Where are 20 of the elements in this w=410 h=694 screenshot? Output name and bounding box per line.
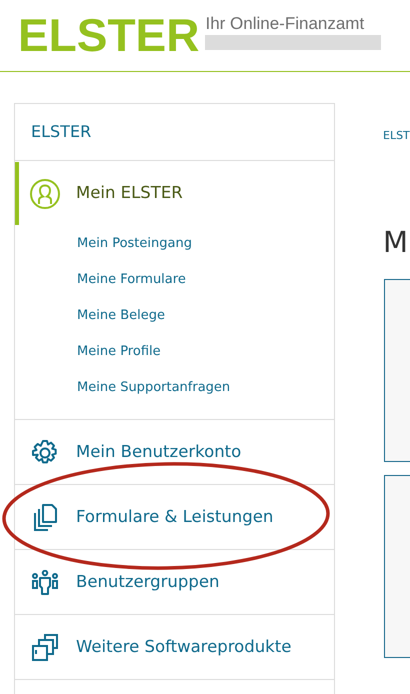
documents-icon — [32, 504, 58, 532]
user-circle-icon — [29, 178, 61, 210]
sidebar-subitem[interactable]: Mein Posteingang — [77, 233, 334, 255]
windows-icon — [31, 634, 59, 662]
sidebar-subitem[interactable]: Meine Belege — [77, 305, 334, 327]
sidebar-item[interactable]: Formulare & Leistungen — [76, 505, 274, 530]
sidebar-item[interactable]: Benutzergruppen — [76, 570, 220, 595]
sidebar-item[interactable]: Weitere Softwareprodukte — [76, 635, 292, 660]
logo: ELSTER — [18, 12, 200, 58]
sidebar-item[interactable]: Mein Benutzerkonto — [76, 440, 242, 465]
sidebar-item[interactable]: Mein ELSTER — [76, 181, 183, 206]
gear-icon — [31, 438, 59, 466]
page-heading: M — [383, 224, 408, 260]
group-icon — [31, 570, 59, 596]
sidebar-subitem[interactable]: Meine Profile — [77, 341, 334, 363]
breadcrumb-link[interactable]: ELST — [383, 128, 410, 144]
sidebar-title-link[interactable]: ELSTER — [31, 120, 92, 144]
tagline: Ihr Online-Finanzamt — [205, 13, 366, 35]
sidebar-subitem[interactable]: Meine Supportanfragen — [77, 377, 334, 399]
sidebar-subitem[interactable]: Meine Formulare — [77, 269, 334, 291]
